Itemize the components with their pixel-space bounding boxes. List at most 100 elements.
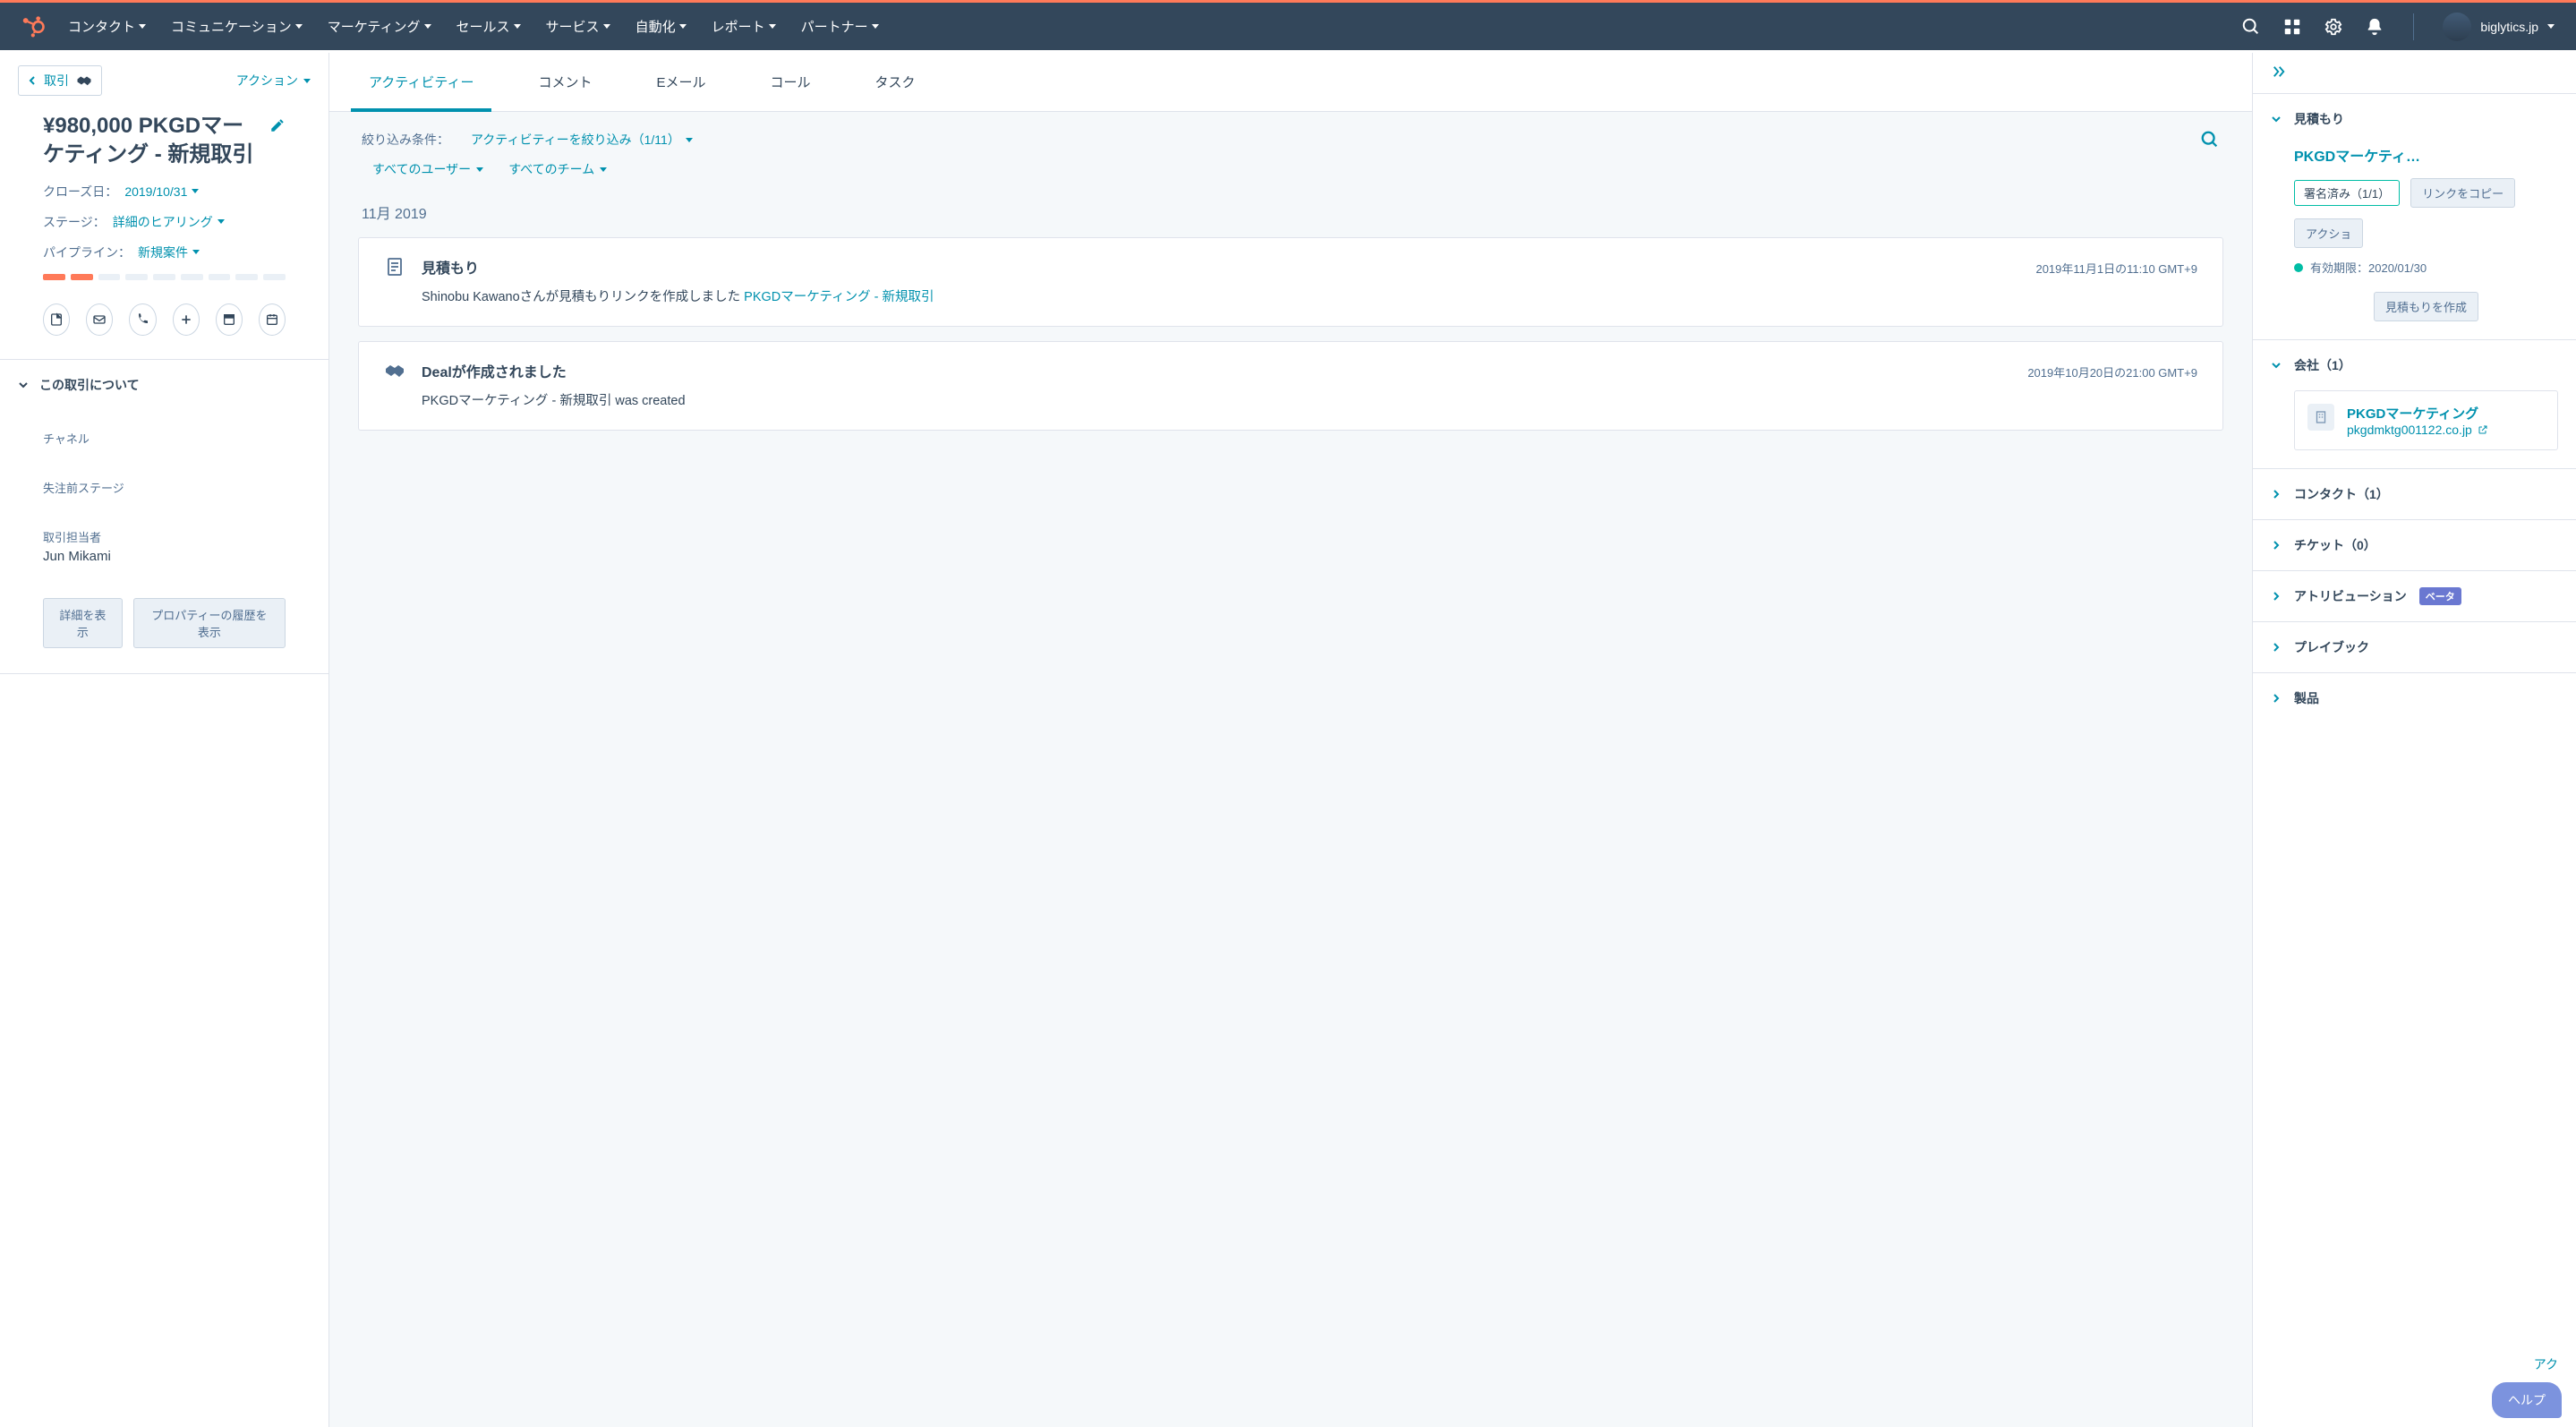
quote-actions-button[interactable]: アクショ [2294,218,2363,248]
activity-tabs: アクティビティー コメント Eメール コール タスク [329,53,2252,112]
filter-activity-dropdown[interactable]: アクティビティーを絞り込み（1/11） [471,131,693,149]
search-icon[interactable] [2200,130,2220,150]
main-nav: コンタクト コミュニケーション マーケティング セールス サービス 自動化 レポ… [68,17,2241,36]
task-button[interactable] [216,303,243,336]
nav-utilities: biglytics.jp [2241,13,2555,41]
owner-label: 取引担当者 [43,528,286,545]
attribution-toggle[interactable]: アトリビューションベータ [2253,571,2576,621]
filter-teams-dropdown[interactable]: すべてのチーム [508,160,607,178]
lost-stage-label: 失注前ステージ [43,479,286,496]
view-details-button[interactable]: 詳細を表示 [43,598,123,648]
chevron-left-icon [28,76,37,85]
copy-link-button[interactable]: リンクをコピー [2410,178,2515,208]
nav-partners[interactable]: パートナー [801,17,879,36]
pipeline-value[interactable]: 新規案件 [138,244,200,261]
deal-actions-dropdown[interactable]: アクション [236,72,311,90]
nav-separator [2413,13,2414,40]
nav-contacts[interactable]: コンタクト [68,17,146,36]
company-domain[interactable]: pkgdmktg001122.co.jp [2347,423,2488,437]
chevron-right-icon [2271,693,2282,704]
chevron-down-icon [2547,24,2555,29]
back-to-deals-button[interactable]: 取引 [18,65,102,96]
chevron-right-icon [2271,591,2282,602]
user-avatar [2443,13,2471,41]
about-deal-fields: チャネル 失注前ステージ 取引担当者 Jun Mikami [0,403,328,582]
email-button[interactable] [86,303,113,336]
card-timestamp: 2019年10月20日の21:00 GMT+9 [2027,363,2197,380]
pipeline-progress [43,274,286,280]
card-link[interactable]: PKGDマーケティング - 新規取引 [744,290,934,304]
create-quote-button[interactable]: 見積もりを作成 [2374,292,2478,321]
status-dot-icon [2294,263,2303,272]
filter-users-dropdown[interactable]: すべてのユーザー [372,160,483,178]
nav-marketing[interactable]: マーケティング [328,17,431,36]
expand-sidebar-button[interactable] [2253,53,2576,93]
view-property-history-button[interactable]: プロパティーの履歴を表示 [133,598,286,648]
deal-title: ¥980,000 PKGDマーケティング - 新規取引 [43,112,257,170]
meeting-button[interactable] [259,303,286,336]
card-title: 見積もり [422,256,479,278]
tickets-toggle[interactable]: チケット（0） [2253,520,2576,570]
filter-label: 絞り込み条件： [362,131,449,149]
hubspot-logo-icon[interactable] [21,14,47,39]
quote-link[interactable]: PKGDマーケティ… [2294,144,2558,166]
nav-automation[interactable]: 自動化 [635,17,687,36]
settings-icon[interactable] [2324,17,2343,37]
contacts-toggle[interactable]: コンタクト（1） [2253,469,2576,519]
nav-sales[interactable]: セールス [456,17,521,36]
global-navbar: コンタクト コミュニケーション マーケティング セールス サービス 自動化 レポ… [0,0,2576,50]
about-deal-toggle[interactable]: この取引について [0,359,328,403]
playbooks-toggle[interactable]: プレイブック [2253,622,2576,672]
handshake-icon [76,73,92,89]
right-action-link[interactable]: アク [2534,1355,2558,1373]
search-icon[interactable] [2241,17,2261,37]
beta-badge: ベータ [2419,587,2461,605]
company-section: 会社（1） PKGDマーケティング pkgdmktg001122.co.jp [2253,339,2576,468]
log-button[interactable] [173,303,200,336]
building-icon [2307,404,2334,431]
timeline-month: 11月 2019 [329,194,2252,237]
account-menu[interactable]: biglytics.jp [2443,13,2555,41]
note-button[interactable] [43,303,70,336]
quote-status-pill: 署名済み（1/1） [2294,180,2400,206]
products-toggle[interactable]: 製品 [2253,673,2576,723]
deal-sidebar-right: 見積もり PKGDマーケティ… 署名済み（1/1） リンクをコピー アクショ 有… [2252,53,2576,1427]
tab-tasks[interactable]: タスク [865,53,926,111]
chevron-right-icon [2271,540,2282,551]
nav-conversations[interactable]: コミュニケーション [171,17,303,36]
tab-calls[interactable]: コール [759,53,821,111]
tab-emails[interactable]: Eメール [645,53,716,111]
deal-sidebar-left: 取引 アクション ¥980,000 PKGDマーケティング - 新規取引 クロー… [0,53,329,1427]
tab-notes[interactable]: コメント [527,53,602,111]
close-date-value[interactable]: 2019/10/31 [124,183,199,201]
stage-value[interactable]: 詳細のヒアリング [113,213,225,231]
quotes-toggle[interactable]: 見積もり [2253,94,2576,144]
card-title: Dealが作成されました [422,360,567,381]
company-card[interactable]: PKGDマーケティング pkgdmktg001122.co.jp [2294,390,2558,450]
call-button[interactable] [129,303,156,336]
chevrons-right-icon [2271,64,2287,80]
stage-label: ステージ： [43,213,106,231]
chevron-right-icon [2271,642,2282,653]
card-timestamp: 2019年11月1日の11:10 GMT+9 [2035,260,2197,277]
activity-panel: アクティビティー コメント Eメール コール タスク 絞り込み条件： アクティビ… [329,53,2252,1427]
edit-icon[interactable] [269,117,286,133]
quote-icon [384,256,405,278]
company-toggle[interactable]: 会社（1） [2253,340,2576,390]
tab-activity[interactable]: アクティビティー [358,53,484,111]
account-name: biglytics.jp [2480,20,2538,34]
help-button[interactable]: ヘルプ [2492,1382,2562,1418]
activity-card-quote[interactable]: 見積もり 2019年11月1日の11:10 GMT+9 Shinobu Kawa… [358,237,2223,327]
nav-reports[interactable]: レポート [712,17,776,36]
activity-card-deal-created[interactable]: Dealが作成されました 2019年10月20日の21:00 GMT+9 PKG… [358,341,2223,431]
notifications-icon[interactable] [2365,17,2384,37]
deal-header: ¥980,000 PKGDマーケティング - 新規取引 クローズ日： 2019/… [0,105,328,295]
quotes-section: 見積もり PKGDマーケティ… 署名済み（1/1） リンクをコピー アクショ 有… [2253,93,2576,339]
handshake-icon [384,360,405,381]
marketplace-icon[interactable] [2282,17,2302,37]
nav-service[interactable]: サービス [546,17,610,36]
chevron-down-icon [2271,114,2282,124]
chevron-right-icon [2271,489,2282,500]
chevron-down-icon [2271,360,2282,371]
company-name: PKGDマーケティング [2347,404,2488,423]
